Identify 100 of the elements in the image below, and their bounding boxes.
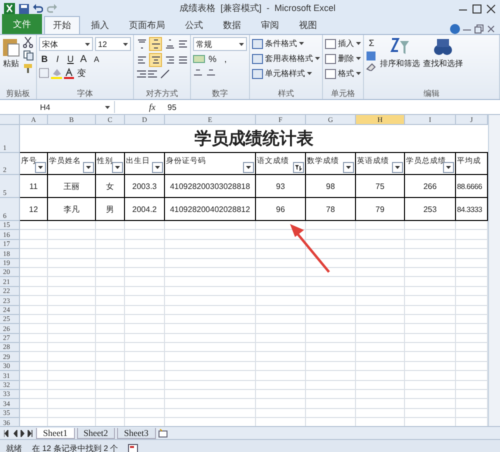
close-icon[interactable] [486, 4, 496, 14]
empty-cell[interactable] [125, 399, 165, 409]
empty-cell[interactable] [306, 306, 356, 315]
empty-cell[interactable] [256, 380, 306, 390]
empty-cell[interactable] [405, 258, 456, 268]
styles-menu-button[interactable]: 单元格样式 [252, 67, 320, 80]
grow-font-button[interactable]: A [78, 53, 89, 65]
sheet-navigation-icon[interactable] [4, 430, 34, 436]
excel-logo-icon[interactable] [4, 3, 15, 14]
empty-cell[interactable] [256, 306, 306, 315]
empty-cell[interactable] [165, 277, 256, 287]
shrink-font-button[interactable]: A [91, 53, 102, 65]
empty-cell[interactable] [48, 324, 96, 334]
empty-cell[interactable] [125, 314, 165, 324]
empty-cell[interactable] [356, 314, 405, 324]
empty-cell[interactable] [405, 324, 456, 334]
empty-cell[interactable] [256, 286, 306, 296]
empty-cell[interactable] [256, 352, 306, 362]
empty-cell[interactable] [48, 277, 96, 287]
redo-icon[interactable] [47, 4, 57, 14]
empty-cell[interactable] [96, 399, 125, 409]
empty-cell[interactable] [165, 240, 256, 250]
empty-cell[interactable] [405, 314, 456, 324]
empty-cell[interactable] [165, 314, 256, 324]
empty-cell[interactable] [306, 240, 356, 250]
empty-cell[interactable] [306, 390, 356, 400]
empty-cell[interactable] [356, 249, 405, 259]
empty-cell[interactable] [125, 221, 165, 230]
empty-cell[interactable] [256, 390, 306, 400]
empty-cell[interactable] [405, 277, 456, 287]
underline-button[interactable]: U [65, 53, 76, 65]
empty-cell[interactable] [48, 306, 96, 315]
empty-cell[interactable] [405, 334, 456, 344]
empty-cell[interactable] [256, 362, 306, 372]
empty-cell[interactable] [96, 334, 125, 344]
eraser-icon[interactable] [366, 63, 376, 71]
select-all-corner[interactable] [0, 115, 20, 125]
empty-cell[interactable] [96, 380, 125, 390]
empty-cell[interactable] [165, 324, 256, 334]
empty-cell[interactable] [48, 221, 96, 230]
ribbon-tab[interactable]: 文件 [2, 14, 42, 34]
empty-cell[interactable] [356, 399, 405, 409]
insert-function-button[interactable]: fx [149, 102, 156, 112]
vertical-scrollbar[interactable] [488, 115, 500, 426]
empty-cell[interactable] [306, 277, 356, 287]
align-right-button[interactable] [164, 54, 175, 66]
empty-cell[interactable] [165, 249, 256, 259]
empty-cell[interactable] [165, 352, 256, 362]
empty-cell[interactable] [306, 249, 356, 259]
empty-cell[interactable] [405, 362, 456, 372]
empty-cell[interactable] [405, 352, 456, 362]
empty-cell[interactable] [256, 343, 306, 352]
styles-menu-button[interactable]: 套用表格格式 [252, 52, 320, 65]
empty-cell[interactable] [48, 390, 96, 400]
empty-cell[interactable] [306, 314, 356, 324]
styles-menu-button[interactable]: 条件格式 [252, 37, 320, 50]
cells-menu-button[interactable]: 插入 [325, 37, 361, 50]
empty-cell[interactable] [48, 352, 96, 362]
empty-cell[interactable] [125, 380, 165, 390]
empty-cell[interactable] [356, 277, 405, 287]
empty-cell[interactable] [256, 334, 306, 344]
help-icon[interactable] [450, 24, 460, 34]
empty-cell[interactable] [306, 352, 356, 362]
copy-icon[interactable] [23, 50, 34, 61]
empty-cell[interactable] [165, 362, 256, 372]
empty-cell[interactable] [405, 286, 456, 296]
cells-menu-button[interactable]: 格式 [325, 67, 361, 80]
ribbon-tab[interactable]: 公式 [176, 16, 212, 34]
empty-cell[interactable] [165, 380, 256, 390]
filter-button[interactable] [35, 162, 46, 173]
empty-cell[interactable] [256, 296, 306, 306]
font-name-field[interactable]: 宋体 [39, 37, 93, 51]
empty-cell[interactable] [125, 371, 165, 381]
align-center-button[interactable] [149, 53, 162, 67]
paste-button[interactable]: 粘贴 [2, 37, 20, 88]
filter-button[interactable] [443, 162, 454, 173]
empty-cell[interactable] [48, 362, 96, 372]
italic-button[interactable]: I [52, 53, 63, 65]
empty-cell[interactable] [96, 230, 125, 240]
empty-cell[interactable] [256, 277, 306, 287]
empty-cell[interactable] [125, 362, 165, 372]
align-left-button[interactable] [136, 54, 147, 66]
empty-cell[interactable] [125, 268, 165, 278]
align-middle-button[interactable] [149, 37, 162, 51]
align-top-button[interactable] [136, 38, 147, 50]
ribbon-tab[interactable]: 页面布局 [120, 16, 174, 34]
empty-cell[interactable] [356, 221, 405, 230]
empty-cell[interactable] [96, 408, 125, 418]
filter-button[interactable] [392, 162, 403, 173]
sheet-tab[interactable]: Sheet1 [36, 428, 74, 438]
empty-cell[interactable] [48, 268, 96, 278]
borders-icon[interactable] [39, 68, 49, 78]
macro-record-icon[interactable] [128, 444, 138, 452]
empty-cell[interactable] [356, 380, 405, 390]
empty-cell[interactable] [356, 268, 405, 278]
empty-cell[interactable] [125, 343, 165, 352]
empty-cell[interactable] [96, 240, 125, 250]
empty-cell[interactable] [256, 249, 306, 259]
comma-button[interactable]: , [220, 53, 231, 65]
empty-cell[interactable] [165, 258, 256, 268]
